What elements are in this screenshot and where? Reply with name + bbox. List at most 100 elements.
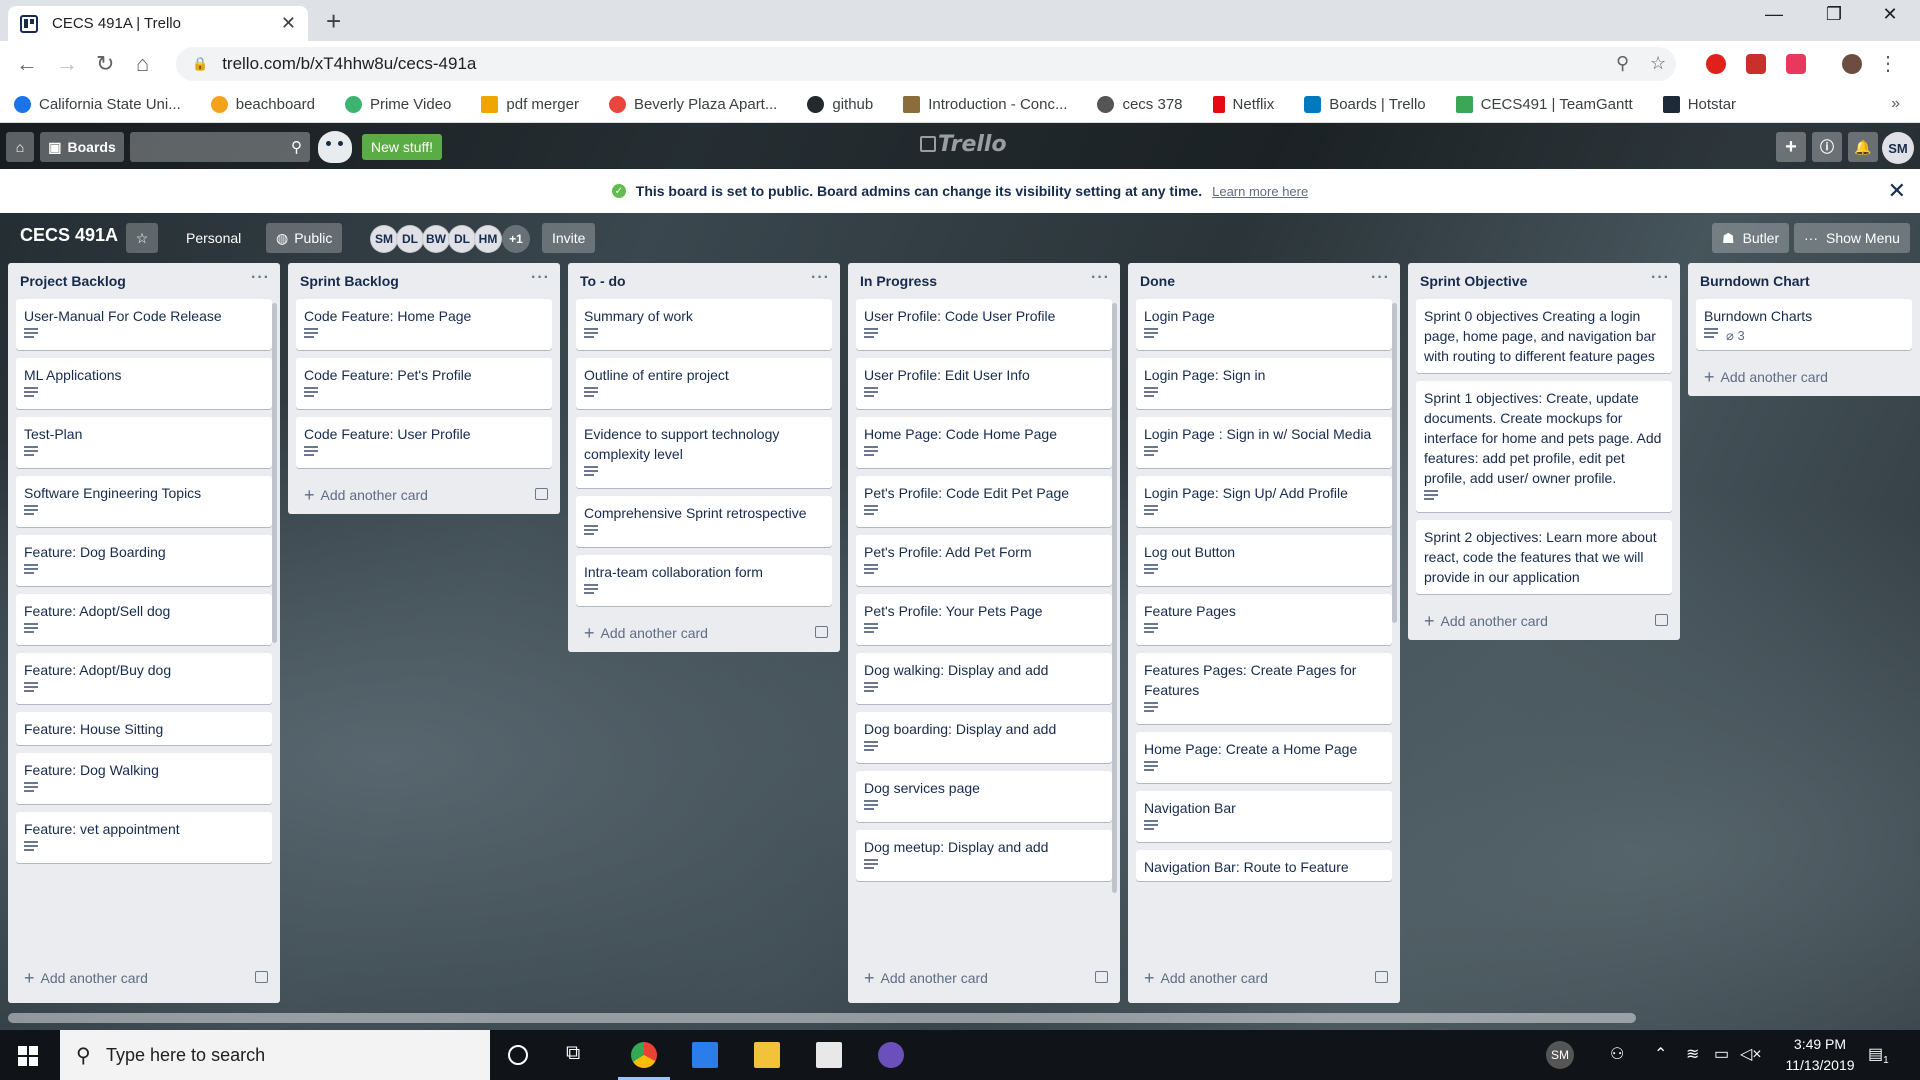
card[interactable]: Code Feature: Pet's Profile: [296, 358, 552, 409]
list-title[interactable]: Project Backlog: [20, 273, 126, 289]
minimize-icon[interactable]: —: [1744, 4, 1804, 25]
bookmark-item[interactable]: Netflix: [1212, 96, 1274, 113]
file-explorer-icon[interactable]: [754, 1042, 780, 1068]
list-menu-icon[interactable]: ···: [251, 269, 270, 287]
windows-start-icon[interactable]: [18, 1046, 38, 1066]
reload-icon[interactable]: ↻: [96, 51, 114, 77]
card[interactable]: Software Engineering Topics: [16, 476, 272, 527]
card[interactable]: Pet's Profile: Your Pets Page: [856, 594, 1112, 645]
cortana-icon[interactable]: [508, 1045, 528, 1065]
card[interactable]: Login Page: Sign in: [1136, 358, 1392, 409]
card[interactable]: Pet's Profile: Add Pet Form: [856, 535, 1112, 586]
bookmark-item[interactable]: beachboard: [210, 96, 315, 113]
list-burndown-chart[interactable]: Burndown Chart Burndown Charts ⌀ 3 + Add a…: [1688, 263, 1920, 396]
list-header[interactable]: Burndown Chart: [1688, 263, 1920, 299]
list-header[interactable]: Project Backlog ···: [8, 263, 280, 299]
card-template-icon[interactable]: [815, 626, 828, 638]
card[interactable]: Navigation Bar: Route to Feature: [1136, 850, 1392, 881]
list-scrollbar[interactable]: [272, 303, 277, 643]
star-icon[interactable]: ☆: [126, 223, 158, 253]
member-avatar[interactable]: DL: [448, 225, 476, 253]
list-title[interactable]: In Progress: [860, 273, 937, 289]
card-template-icon[interactable]: [1655, 614, 1668, 626]
home-button[interactable]: ⌂: [6, 132, 34, 162]
card[interactable]: Feature: House Sitting: [16, 712, 272, 745]
list-to-do[interactable]: To - do ··· Summary of work Outline of en…: [568, 263, 840, 652]
list-sprint-backlog[interactable]: Sprint Backlog ··· Code Feature: Home Pag…: [288, 263, 560, 514]
invite-button[interactable]: Invite: [542, 223, 596, 253]
list-header[interactable]: In Progress ···: [848, 263, 1120, 299]
list-title[interactable]: To - do: [580, 273, 626, 289]
new-tab-icon[interactable]: +: [326, 6, 341, 37]
list-menu-icon[interactable]: ···: [1371, 269, 1390, 287]
bookmark-item[interactable]: CECS491 | TeamGantt: [1455, 96, 1633, 113]
close-notice-icon[interactable]: ✕: [1888, 178, 1906, 204]
learn-more-link[interactable]: Learn more here: [1212, 184, 1308, 199]
list-done[interactable]: Done ··· Login Page Login Page: Sign in L…: [1128, 263, 1400, 1003]
show-menu-button[interactable]: ··· Show Menu: [1794, 223, 1910, 253]
user-tray-avatar[interactable]: SM: [1546, 1041, 1574, 1069]
card[interactable]: Outline of entire project: [576, 358, 832, 409]
browser-tab[interactable]: CECS 491A | Trello ✕: [8, 6, 308, 41]
back-icon[interactable]: ←: [16, 51, 38, 77]
card[interactable]: Feature: Dog Boarding: [16, 535, 272, 586]
boards-button[interactable]: ▣ Boards: [40, 132, 124, 162]
store-app-icon[interactable]: [692, 1042, 718, 1068]
card[interactable]: Home Page: Create a Home Page: [1136, 732, 1392, 783]
add-card-button[interactable]: + Add another card: [848, 959, 1120, 997]
card-template-icon[interactable]: [1095, 971, 1108, 983]
visibility-button[interactable]: ◍ Public: [266, 223, 343, 253]
list-sprint-objective[interactable]: Sprint Objective ··· Sprint 0 objectives …: [1408, 263, 1680, 640]
card-template-icon[interactable]: [535, 488, 548, 500]
bookmark-item[interactable]: Introduction - Conc...: [903, 96, 1067, 113]
card[interactable]: Code Feature: User Profile: [296, 417, 552, 468]
card[interactable]: Feature: Dog Walking: [16, 753, 272, 804]
card[interactable]: User Profile: Code User Profile: [856, 299, 1112, 350]
list-scrollbar[interactable]: [1392, 303, 1397, 623]
info-icon[interactable]: ⓘ: [1812, 132, 1842, 162]
clock[interactable]: 3:49 PM 11/13/2019: [1760, 1034, 1880, 1076]
bookmark-item[interactable]: github: [807, 96, 873, 113]
add-card-button[interactable]: + Add another card: [1688, 358, 1920, 396]
card[interactable]: Home Page: Code Home Page: [856, 417, 1112, 468]
more-members-badge[interactable]: +1: [502, 225, 530, 253]
card[interactable]: Pet's Profile: Code Edit Pet Page: [856, 476, 1112, 527]
card[interactable]: Test-Plan: [16, 417, 272, 468]
lock-icon[interactable]: 🔒: [192, 56, 208, 72]
card[interactable]: Summary of work: [576, 299, 832, 350]
card[interactable]: Comprehensive Sprint retrospective: [576, 496, 832, 547]
profile-avatar[interactable]: [1842, 54, 1862, 74]
tab-close-icon[interactable]: ✕: [281, 13, 296, 34]
card-template-icon[interactable]: [1375, 971, 1388, 983]
card[interactable]: Navigation Bar: [1136, 791, 1392, 842]
bookmark-item[interactable]: California State Uni...: [14, 96, 181, 113]
volume-icon[interactable]: ◁×: [1740, 1044, 1762, 1064]
notifications-bell-icon[interactable]: 🔔: [1848, 132, 1878, 162]
card[interactable]: Intra-team collaboration form: [576, 555, 832, 606]
bookmarks-overflow-icon[interactable]: »: [1891, 95, 1900, 113]
card[interactable]: Feature: Adopt/Buy dog: [16, 653, 272, 704]
bookmark-item[interactable]: Boards | Trello: [1304, 96, 1426, 113]
list-title[interactable]: Sprint Objective: [1420, 273, 1527, 289]
zoom-icon[interactable]: ⚲: [1616, 53, 1629, 74]
home-icon[interactable]: ⌂: [136, 51, 149, 77]
bookmark-item[interactable]: pdf merger: [481, 96, 579, 113]
bookmark-item[interactable]: cecs 378: [1097, 96, 1183, 113]
list-header[interactable]: To - do ···: [568, 263, 840, 299]
card[interactable]: Feature: vet appointment: [16, 812, 272, 863]
new-stuff-button[interactable]: New stuff!: [362, 134, 442, 160]
list-header[interactable]: Sprint Backlog ···: [288, 263, 560, 299]
list-title[interactable]: Sprint Backlog: [300, 273, 399, 289]
task-view-icon[interactable]: ⧉: [566, 1042, 592, 1068]
chrome-app-icon[interactable]: [631, 1042, 657, 1068]
card[interactable]: Sprint 1 objectives: Create, update docu…: [1416, 381, 1672, 512]
list-in-progress[interactable]: In Progress ··· User Profile: Code User P…: [848, 263, 1120, 1003]
card[interactable]: Feature Pages: [1136, 594, 1392, 645]
wifi-icon[interactable]: ≋: [1686, 1044, 1699, 1064]
card[interactable]: Login Page: Sign Up/ Add Profile: [1136, 476, 1392, 527]
card[interactable]: Dog boarding: Display and add: [856, 712, 1112, 763]
card-template-icon[interactable]: [255, 971, 268, 983]
card[interactable]: Feature: Adopt/Sell dog: [16, 594, 272, 645]
board-title[interactable]: CECS 491A: [20, 225, 118, 246]
card[interactable]: Log out Button: [1136, 535, 1392, 586]
